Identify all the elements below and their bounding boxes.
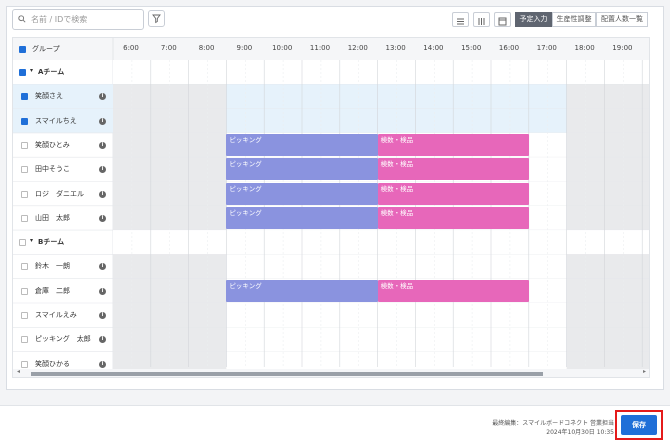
member-name: 笑顔さえ [35, 92, 63, 101]
member-name: 田中そうこ [35, 165, 70, 174]
group-header-label: グループ [32, 45, 60, 53]
calendar-icon [498, 17, 507, 26]
row-checkbox[interactable] [21, 117, 28, 125]
row-checkbox[interactable] [21, 287, 28, 295]
hour-label: 8:00 [198, 44, 215, 52]
info-icon[interactable]: i [99, 214, 106, 222]
hour-label: 18:00 [574, 44, 595, 52]
columns-icon [478, 18, 485, 25]
row-checkbox[interactable] [19, 239, 26, 247]
hour-label: 9:00 [236, 44, 253, 52]
task-bar-picking[interactable]: ピッキング [226, 279, 378, 302]
tab-schedule-input[interactable]: 予定入力 [515, 12, 552, 27]
member-name: スマイルえみ [35, 311, 77, 319]
info-icon[interactable]: i [99, 312, 106, 319]
tab-productivity[interactable]: 生産性調整 [552, 12, 596, 27]
hour-label: 12:00 [347, 44, 368, 52]
info-icon[interactable]: i [99, 166, 106, 174]
team-label: Aチーム [38, 68, 65, 76]
task-bar-inspection[interactable]: 検数・検品 [377, 182, 529, 205]
hour-label: 13:00 [385, 44, 406, 52]
member-name: ピッキング 太郎 [35, 335, 91, 344]
row-checkbox[interactable] [21, 360, 28, 368]
row-checkbox[interactable] [21, 214, 28, 222]
row-checkbox[interactable] [21, 190, 28, 198]
hour-label: 19:00 [612, 44, 633, 52]
member-name: 鈴木 一朗 [35, 262, 70, 271]
member-name: 山田 太郎 [35, 213, 70, 222]
task-bar-picking[interactable]: ピッキング [226, 206, 378, 229]
last-edit-label: 最終編集：スマイルボードコネクト 営業担当 [492, 420, 614, 427]
member-name: 笑顔ひかる [35, 359, 70, 368]
task-bar-inspection[interactable]: 検数・検品 [377, 158, 529, 181]
list-icon [457, 18, 464, 25]
info-icon[interactable]: i [99, 287, 106, 295]
row-checkbox[interactable] [21, 141, 28, 149]
info-icon[interactable]: i [99, 360, 106, 368]
info-icon[interactable]: i [99, 190, 106, 198]
tab-staffing-list[interactable]: 配置人数一覧 [596, 12, 648, 27]
filter-icon [152, 14, 161, 24]
filter-button[interactable] [148, 10, 165, 27]
info-icon[interactable]: i [99, 263, 106, 271]
hour-label: 6:00 [123, 44, 139, 52]
hour-label: 10:00 [272, 44, 293, 52]
hour-label: 15:00 [461, 44, 482, 52]
info-icon[interactable]: i [99, 141, 106, 149]
row-checkbox[interactable] [21, 336, 28, 344]
task-bar-picking[interactable]: ピッキング [226, 182, 378, 205]
task-bar-picking[interactable]: ピッキング [226, 158, 378, 181]
row-checkbox[interactable] [19, 69, 26, 76]
info-icon[interactable]: i [99, 93, 106, 101]
search-icon [18, 15, 26, 23]
task-bar-inspection[interactable]: 検数・検品 [377, 279, 529, 302]
hour-label: 16:00 [498, 44, 520, 52]
calendar-view-button[interactable] [494, 12, 511, 27]
schedule-grid: グループ 6:00 7:00 8:00 9:00 10:00 11:00 12:00 13:00… [12, 37, 650, 378]
row-checkbox[interactable] [21, 263, 28, 271]
scroll-left-arrow[interactable]: ◂ [17, 368, 20, 375]
task-bar-inspection[interactable]: 検数・検品 [377, 206, 529, 229]
hour-label: 17:00 [536, 44, 557, 52]
task-bar-inspection[interactable]: 検数・検品 [377, 133, 529, 156]
column-view-button[interactable] [473, 12, 490, 27]
search-input[interactable]: 名前 / IDで検索 [12, 9, 144, 30]
member-name: 笑顔ひとみ [35, 140, 70, 149]
list-view-button[interactable] [452, 12, 469, 27]
row-checkbox[interactable] [21, 166, 28, 174]
row-checkbox[interactable] [21, 93, 28, 101]
hour-label: 11:00 [309, 44, 331, 52]
search-placeholder: 名前 / IDで検索 [31, 15, 88, 24]
hour-label: 7:00 [160, 44, 177, 52]
team-toggle-icon[interactable]: ▾ [30, 67, 33, 74]
info-icon[interactable]: i [99, 336, 106, 344]
row-checkbox[interactable] [21, 312, 28, 319]
member-name: ロジ ダニエル [35, 189, 84, 198]
save-button[interactable]: 保存 [621, 415, 657, 435]
info-icon[interactable]: i [99, 117, 106, 125]
member-name: スマイルちえ [35, 116, 77, 125]
team-toggle-icon[interactable]: ▾ [30, 237, 33, 244]
task-bar-picking[interactable]: ピッキング [226, 133, 378, 156]
team-label: Bチーム [38, 238, 65, 247]
select-all-checkbox[interactable] [19, 46, 26, 53]
hour-label: 14:00 [423, 44, 444, 52]
last-edit-date: 2024年10月30日 10:35 [546, 429, 614, 436]
scroll-right-arrow[interactable]: ▸ [643, 368, 646, 375]
member-name: 倉庫 二郎 [35, 286, 70, 295]
